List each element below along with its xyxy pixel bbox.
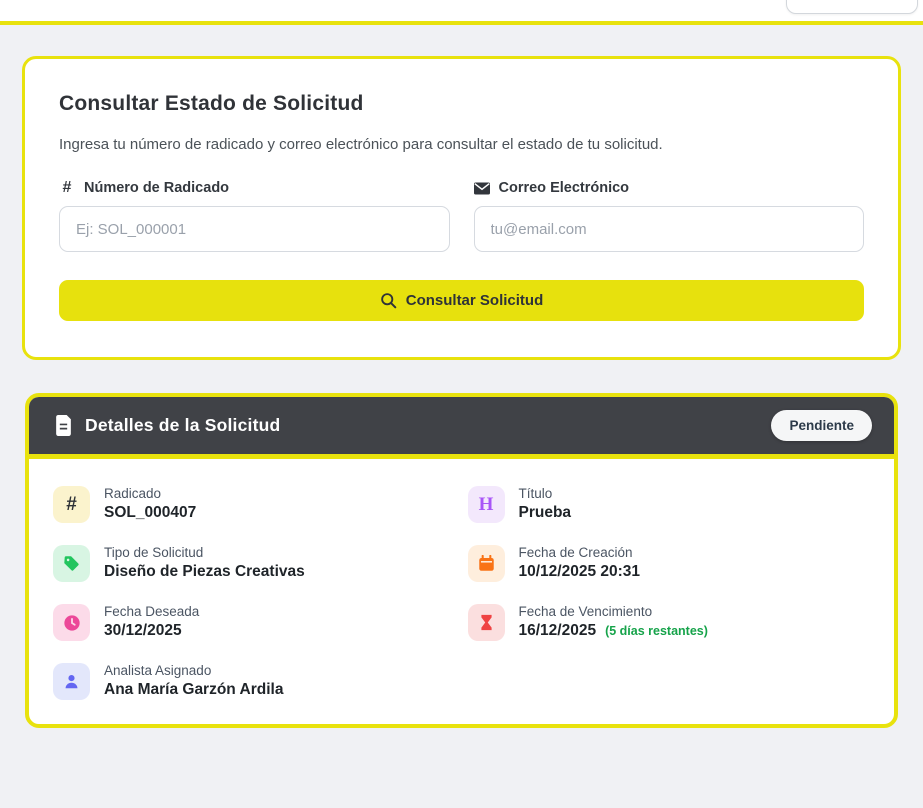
radicado-label-text: Número de Radicado bbox=[84, 180, 229, 196]
calendar-icon bbox=[468, 545, 505, 582]
top-navigation-bar bbox=[0, 0, 923, 25]
radicado-label: # Número de Radicado bbox=[59, 180, 450, 196]
user-icon bbox=[53, 663, 90, 700]
detail-item-fecha-vencimiento: Fecha de Vencimiento 16/12/2025 (5 días r… bbox=[468, 604, 871, 641]
days-remaining-note: (5 días restantes) bbox=[605, 624, 708, 638]
detail-item-tipo: Tipo de Solicitud Diseño de Piezas Creat… bbox=[53, 545, 456, 582]
email-label: Correo Electrónico bbox=[474, 180, 865, 196]
detail-item-analista: Analista Asignado Ana María Garzón Ardil… bbox=[53, 663, 456, 700]
detail-value: 30/12/2025 bbox=[104, 622, 199, 640]
detail-item-fecha-deseada: Fecha Deseada 30/12/2025 bbox=[53, 604, 456, 641]
detail-value: Ana María Garzón Ardila bbox=[104, 681, 283, 699]
consult-description: Ingresa tu número de radicado y correo e… bbox=[59, 136, 864, 153]
tag-icon bbox=[53, 545, 90, 582]
hash-icon: # bbox=[53, 486, 90, 523]
clock-icon bbox=[53, 604, 90, 641]
request-details-card: Detalles de la Solicitud Pendiente # Rad… bbox=[25, 393, 898, 728]
detail-label: Analista Asignado bbox=[104, 663, 283, 678]
consult-status-card: Consultar Estado de Solicitud Ingresa tu… bbox=[22, 56, 901, 360]
hash-icon: # bbox=[59, 180, 75, 196]
consult-submit-button[interactable]: Consultar Solicitud bbox=[59, 280, 864, 321]
radicado-field-group: # Número de Radicado bbox=[59, 180, 450, 252]
due-date-value: 16/12/2025 bbox=[519, 622, 597, 639]
topbar-partial-button[interactable] bbox=[786, 0, 918, 14]
document-icon bbox=[55, 415, 72, 436]
email-field-group: Correo Electrónico bbox=[474, 180, 865, 252]
title-icon: H bbox=[468, 486, 505, 523]
detail-item-fecha-creacion: Fecha de Creación 10/12/2025 20:31 bbox=[468, 545, 871, 582]
detail-label: Radicado bbox=[104, 486, 196, 501]
detail-label: Fecha de Vencimiento bbox=[519, 604, 708, 619]
detail-value: SOL_000407 bbox=[104, 504, 196, 522]
consult-submit-label: Consultar Solicitud bbox=[406, 292, 544, 309]
envelope-icon bbox=[474, 180, 490, 196]
page-content: Consultar Estado de Solicitud Ingresa tu… bbox=[0, 25, 923, 728]
details-header: Detalles de la Solicitud Pendiente bbox=[29, 397, 894, 459]
detail-value: Diseño de Piezas Creativas bbox=[104, 563, 305, 581]
detail-label: Título bbox=[519, 486, 572, 501]
search-icon bbox=[380, 292, 397, 309]
hourglass-icon bbox=[468, 604, 505, 641]
radicado-input[interactable] bbox=[59, 206, 450, 252]
details-body: # Radicado SOL_000407 H Título Prueba bbox=[29, 459, 894, 724]
detail-value: 10/12/2025 20:31 bbox=[519, 563, 641, 581]
consult-form: # Número de Radicado Correo Electrónico bbox=[59, 180, 864, 252]
page-title: Consultar Estado de Solicitud bbox=[59, 92, 864, 116]
detail-value: 16/12/2025 (5 días restantes) bbox=[519, 622, 708, 640]
detail-item-titulo: H Título Prueba bbox=[468, 486, 871, 523]
detail-item-radicado: # Radicado SOL_000407 bbox=[53, 486, 456, 523]
detail-value: Prueba bbox=[519, 504, 572, 522]
details-title: Detalles de la Solicitud bbox=[85, 415, 280, 436]
email-input[interactable] bbox=[474, 206, 865, 252]
status-badge[interactable]: Pendiente bbox=[771, 410, 872, 441]
detail-label: Fecha Deseada bbox=[104, 604, 199, 619]
detail-label: Tipo de Solicitud bbox=[104, 545, 305, 560]
detail-label: Fecha de Creación bbox=[519, 545, 641, 560]
email-label-text: Correo Electrónico bbox=[499, 180, 630, 196]
